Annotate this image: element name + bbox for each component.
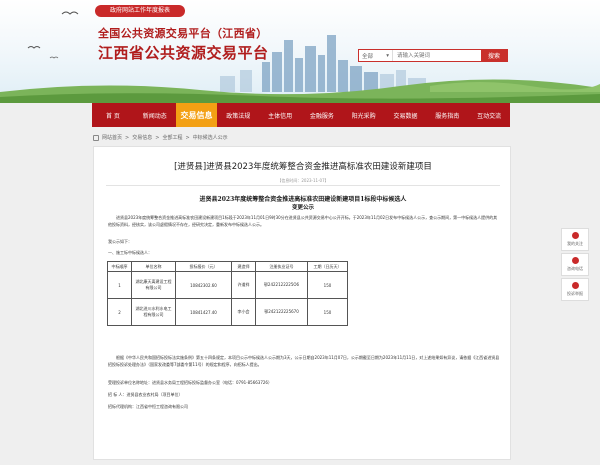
article-title: [进贤县]进贤县2023年度统筹整合资金推进高标准农田建设新建项目 — [174, 162, 432, 172]
breadcrumb: 网站首页 > 交易信息 > 全部工程 > 中标候选人公示 — [93, 134, 228, 141]
notice-subtitle: 变更公示 — [291, 205, 314, 211]
nav-trade-data[interactable]: 交易数据 — [385, 103, 427, 127]
nav-home[interactable]: 首 页 — [92, 103, 134, 127]
intro-paragraph: 进贤县2023年度统筹整合资金推进高标准农田建设新建项目1标段于2023年11月… — [108, 215, 498, 227]
candidate-table: 中标顺序 单位名称 投标报价（元） 建造师 注册执业证号 工期（日历天） 1 湖… — [107, 261, 348, 326]
nav-service-guide[interactable]: 服务指南 — [426, 103, 468, 127]
floating-side-menu: 我的关注 咨询电话 投诉举报 — [561, 228, 589, 303]
cell-cert: 鄂2422122225O6 — [255, 271, 308, 299]
breadcrumb-all-projects[interactable]: 全部工程 — [162, 134, 182, 141]
notice-title: 进贤县2023年度统筹整合资金推进高标准农田建设新建项目1标段中标候选人 — [199, 196, 407, 203]
annual-report-link[interactable]: 政府网站工作年度报表 — [95, 5, 185, 17]
cell-company: 湖北进川水利水电工程有限公司 — [131, 298, 176, 326]
nav-news[interactable]: 新闻动态 — [134, 103, 176, 127]
cell-days: 150 — [307, 298, 348, 326]
supervision-contact: 受理投诉单位名称地址：进贤县水务局工程招标投标监督办公室（电话：0791-856… — [108, 380, 272, 385]
title-divider — [106, 185, 500, 186]
column-header: 中标顺序 — [107, 261, 132, 272]
table-row: 2 湖北进川水利水电工程有限公司 10841427.40 李小会 鄂242122… — [107, 298, 348, 326]
phone-icon — [571, 257, 579, 264]
column-header: 注册执业证号 — [255, 261, 308, 272]
agent-line: 招标代理机构：江西省中恒工程咨询有限公司 — [108, 404, 188, 409]
section-heading: 一、施工标中标候选人： — [108, 250, 152, 255]
nav-policy[interactable]: 政策法规 — [217, 103, 259, 127]
greeting-text: 我公示如下： — [108, 239, 132, 244]
column-header: 投标报价（元） — [175, 261, 232, 272]
cell-rank: 1 — [107, 271, 132, 299]
column-header: 建造师 — [231, 261, 256, 272]
breadcrumb-trade-info[interactable]: 交易信息 — [132, 134, 152, 141]
float-report-button[interactable]: 投诉举报 — [561, 278, 589, 301]
column-header: 工期（日历天） — [307, 261, 348, 272]
breadcrumb-separator: > — [125, 134, 130, 141]
report-icon — [571, 282, 579, 289]
cell-price: 10841427.40 — [175, 298, 232, 326]
article-date: 【信息时间：2023-11-07】 — [277, 178, 329, 183]
search-input[interactable] — [393, 50, 481, 61]
float-phone-button[interactable]: 咨询电话 — [561, 253, 589, 276]
float-report-label: 投诉举报 — [567, 291, 583, 296]
table-header-row: 中标顺序 单位名称 投标报价（元） 建造师 注册执业证号 工期（日历天） — [107, 261, 348, 272]
header-skyline-image — [0, 11, 600, 103]
float-follow-label: 我的关注 — [567, 241, 583, 246]
search-button-label: 搜索 — [487, 53, 500, 60]
article-card: [进贤县]进贤县2023年度统筹整合资金推进高标准农田建设新建项目 【信息时间：… — [93, 146, 511, 460]
cell-rank: 2 — [107, 298, 132, 326]
cell-builder: 李小会 — [231, 298, 256, 326]
column-header: 单位名称 — [131, 261, 176, 272]
float-phone-label: 咨询电话 — [567, 266, 583, 271]
nav-procurement[interactable]: 阳光采购 — [343, 103, 385, 127]
home-icon — [93, 134, 99, 141]
table-row: 1 湖北康天离建设工程有限公司 10842302.60 许道祥 鄂2422122… — [107, 271, 348, 299]
site-header: 政府网站工作年度报表 全国公共资源交易平台（江西省） 江西省公共资源交易平台 全… — [0, 0, 600, 103]
nav-interaction[interactable]: 互动交流 — [468, 103, 510, 127]
site-title-provincial: 江西省公共资源交易平台 — [98, 44, 269, 62]
search-scope-select[interactable]: 全部 ▾ — [359, 50, 393, 61]
legal-paragraph: 根据《中华人民共和国招标投标法实施条例》第五十四条规定，本项目公示中标候选人公示… — [108, 355, 500, 367]
tenderer-line: 招 标 人：进贤县农业农村局（项目单位） — [108, 392, 183, 397]
cell-cert: 鄂242122225670 — [255, 298, 308, 326]
breadcrumb-current: 中标候选人公示 — [192, 135, 228, 141]
cell-days: 150 — [307, 271, 348, 299]
float-follow-button[interactable]: 我的关注 — [561, 228, 589, 251]
nav-credit[interactable]: 主体信用 — [259, 103, 301, 127]
nav-trade-info[interactable]: 交易信息 — [175, 103, 218, 127]
breadcrumb-separator: > — [155, 134, 160, 141]
search-button[interactable]: 搜索 — [481, 49, 507, 62]
site-title-national: 全国公共资源交易平台（江西省） — [98, 27, 268, 40]
nav-finance[interactable]: 金融服务 — [301, 103, 343, 127]
breadcrumb-separator: > — [185, 134, 190, 141]
chevron-down-icon: ▾ — [386, 52, 389, 59]
main-nav: 首 页 新闻动态 交易信息 政策法规 主体信用 金融服务 阳光采购 交易数据 服… — [92, 103, 510, 127]
cell-company: 湖北康天离建设工程有限公司 — [131, 271, 176, 299]
cell-price: 10842302.60 — [175, 271, 232, 299]
cell-builder: 许道祥 — [231, 271, 256, 299]
bookmark-icon — [571, 232, 579, 239]
search-bar: 全部 ▾ 搜索 — [358, 49, 508, 62]
breadcrumb-home[interactable]: 网站首页 — [102, 134, 122, 141]
search-scope-value: 全部 — [362, 53, 374, 60]
